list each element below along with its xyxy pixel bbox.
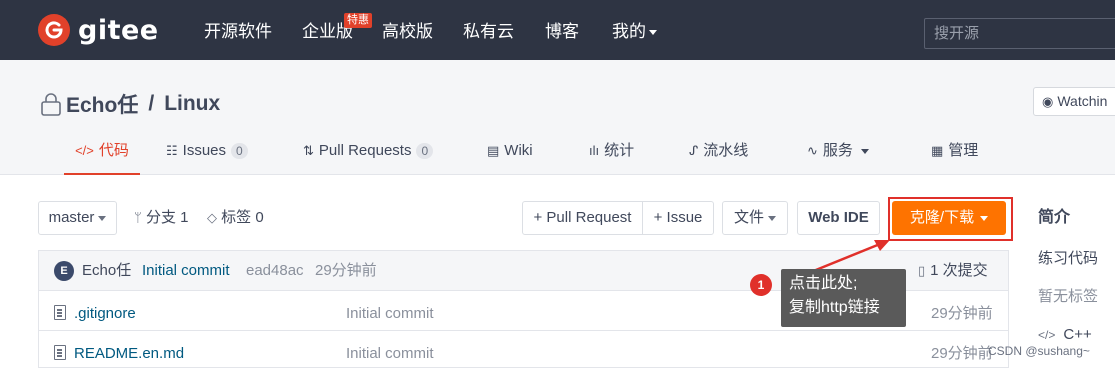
csdn-watermark: CSDN @sushang~ <box>988 344 1090 358</box>
annotation-tooltip: 点击此处; 复制http链接 <box>781 269 906 327</box>
annotation-arrow <box>805 240 890 276</box>
annotation-number-badge: 1 <box>750 274 772 296</box>
annotation-line-2: 复制http链接 <box>789 299 880 316</box>
annotation-line-1: 点击此处; <box>789 275 858 292</box>
